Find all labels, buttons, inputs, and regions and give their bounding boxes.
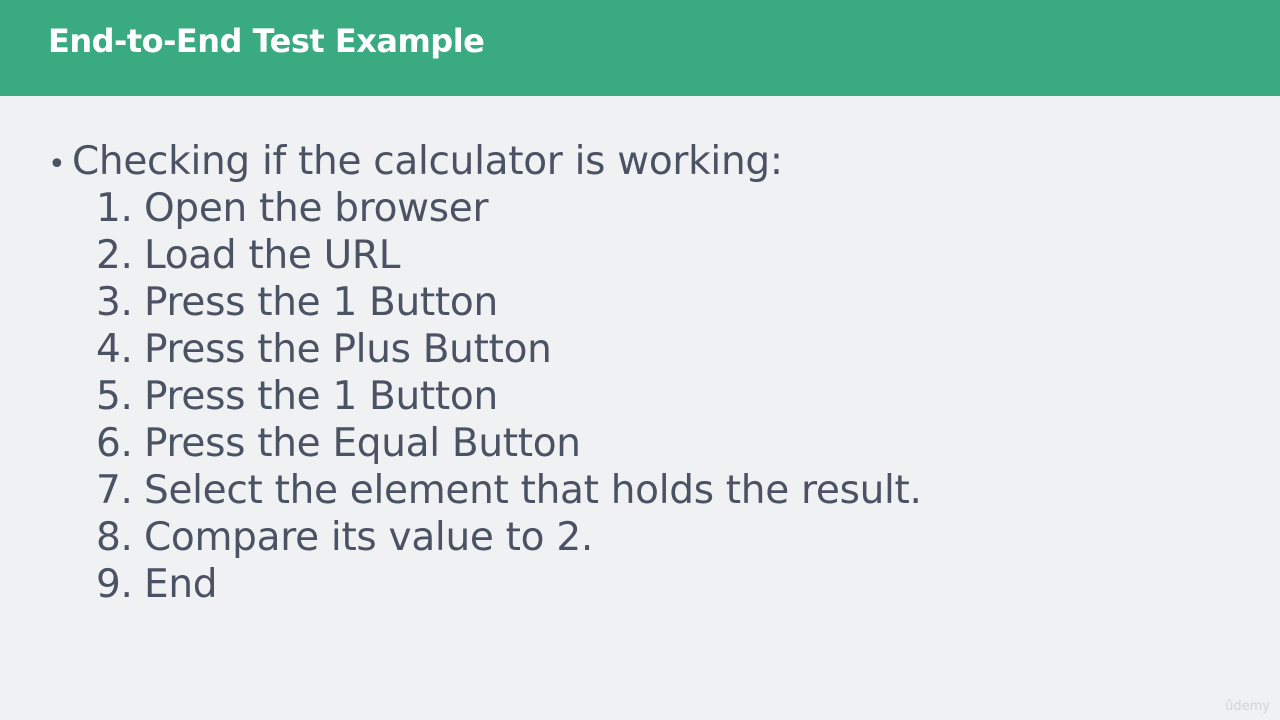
watermark-logo: ûdemy	[1225, 699, 1270, 714]
step-text: Press the 1 Button	[144, 374, 498, 419]
step-number: 3.	[96, 280, 133, 325]
step-text: Press the Equal Button	[144, 421, 581, 466]
step-text: Compare its value to 2.	[144, 515, 593, 560]
slide: End-to-End Test Example • Checking if th…	[0, 0, 1280, 720]
list-item: 3. Press the 1 Button	[48, 279, 1228, 326]
step-number: 7.	[96, 468, 133, 513]
step-number: 2.	[96, 233, 133, 278]
bullet-text: Checking if the calculator is working:	[72, 139, 783, 184]
list-item: 7. Select the element that holds the res…	[48, 467, 1228, 514]
step-number: 1.	[96, 186, 133, 231]
step-number: 5.	[96, 374, 133, 419]
steps-list: 1. Open the browser 2. Load the URL 3. P…	[48, 185, 1228, 608]
step-text: Open the browser	[144, 186, 489, 231]
list-item: 4. Press the Plus Button	[48, 326, 1228, 373]
bullet-icon: •	[48, 147, 66, 182]
bullet-item: • Checking if the calculator is working:	[48, 138, 1228, 185]
list-item: 2. Load the URL	[48, 232, 1228, 279]
title-bar: End-to-End Test Example	[0, 0, 1280, 96]
step-number: 9.	[96, 562, 133, 607]
list-item: 6. Press the Equal Button	[48, 420, 1228, 467]
list-item: 1. Open the browser	[48, 185, 1228, 232]
slide-content: • Checking if the calculator is working:…	[48, 138, 1228, 608]
step-text: End	[144, 562, 218, 607]
list-item: 9. End	[48, 561, 1228, 608]
list-item: 8. Compare its value to 2.	[48, 514, 1228, 561]
step-number: 6.	[96, 421, 133, 466]
step-number: 4.	[96, 327, 133, 372]
step-number: 8.	[96, 515, 133, 560]
step-text: Press the 1 Button	[144, 280, 498, 325]
step-text: Press the Plus Button	[144, 327, 552, 372]
step-text: Load the URL	[144, 233, 401, 278]
slide-title: End-to-End Test Example	[48, 22, 485, 60]
list-item: 5. Press the 1 Button	[48, 373, 1228, 420]
step-text: Select the element that holds the result…	[144, 468, 922, 513]
